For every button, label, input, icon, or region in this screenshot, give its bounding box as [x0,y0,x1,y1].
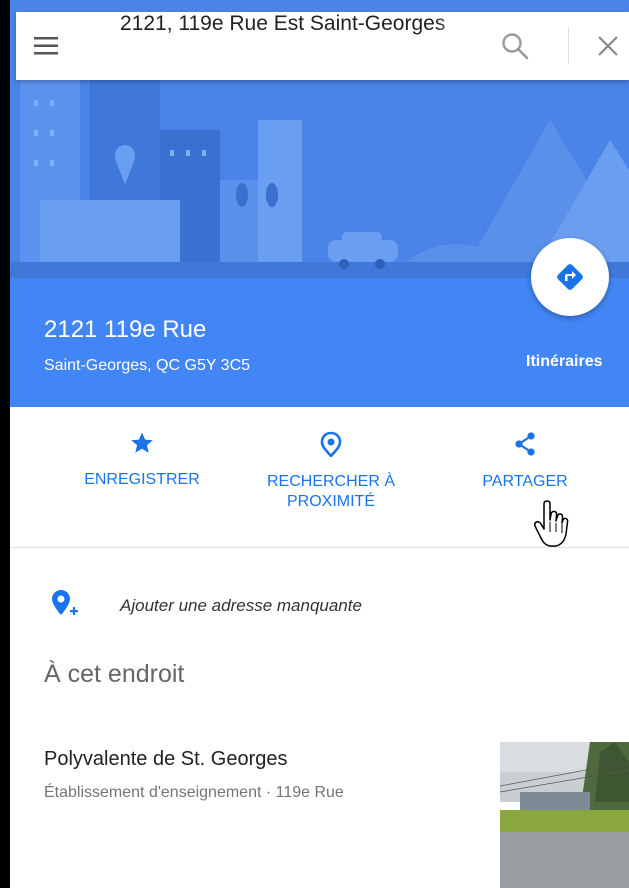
search-icon[interactable] [500,31,530,61]
share-label: PARTAGER [482,473,568,490]
search-nearby-button[interactable]: RECHERCHER À PROXIMITÉ [246,431,416,512]
directions-label[interactable]: Itinéraires [526,353,602,371]
search-input-value: 2121, 119e Rue Est Saint-Georges [120,12,446,35]
poi-meta: Établissement d'enseignement · 119e Rue [44,784,344,801]
directions-button[interactable] [531,238,609,316]
add-missing-address-label: Ajouter une adresse manquante [120,596,362,615]
save-button[interactable]: ENREGISTRER [72,431,212,490]
star-icon [131,432,153,453]
place-address: Saint-Georges, QC G5Y 3C5 [44,357,251,374]
search-divider [568,28,569,64]
poi-list-item[interactable]: Polyvalente de St. Georges Établissement… [10,740,629,888]
share-button[interactable]: PARTAGER [460,431,590,492]
poi-photo[interactable] [500,742,629,888]
section-title: À cet endroit [44,660,185,688]
search-nearby-label-line2: PROXIMITÉ [286,493,375,510]
search-bar: 2121, 119e Rue Est Saint-Georges [16,12,629,80]
place-panel: 2121, 119e Rue Est Saint-Georges 2121 11… [10,0,629,888]
action-bar: ENREGISTRER RECHERCHER À PROXIMITÉ PARTA… [10,407,629,547]
place-title: 2121 119e Rue [44,316,207,343]
close-icon[interactable] [594,32,622,60]
add-location-icon [52,590,78,615]
add-missing-address[interactable]: Ajouter une adresse manquante [10,584,629,628]
share-icon [515,432,535,456]
divider [10,547,629,548]
save-label: ENREGISTRER [84,471,200,488]
directions-arrow-icon [557,264,583,290]
search-nearby-label-line1: RECHERCHER À [266,473,395,490]
poi-name: Polyvalente de St. Georges [44,748,288,770]
nearby-pin-icon [320,431,342,459]
search-input[interactable]: 2121, 119e Rue Est Saint-Georges [16,12,446,80]
